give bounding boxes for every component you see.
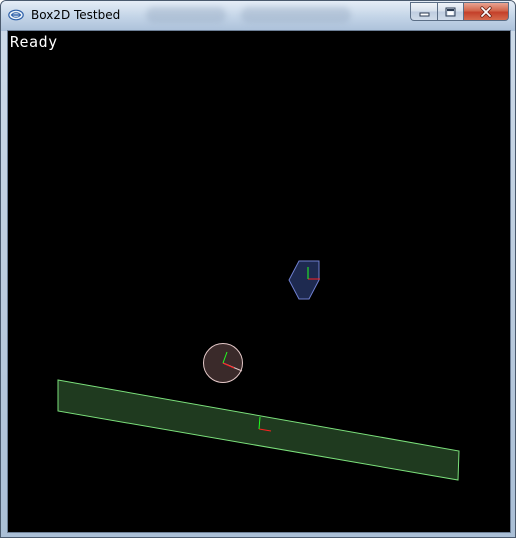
- testbed-canvas[interactable]: Ready: [8, 31, 510, 532]
- close-button[interactable]: [463, 2, 509, 21]
- window-app-icon[interactable]: [8, 9, 24, 21]
- minimize-button[interactable]: [410, 2, 437, 21]
- ground-plank: [57, 379, 460, 481]
- circle-body: [203, 343, 243, 383]
- ground-plank-shape: [57, 379, 460, 481]
- maximize-icon: [445, 7, 456, 16]
- minimize-icon: [419, 12, 429, 16]
- hexagon-shape: [288, 260, 320, 300]
- title-bar-glass: [146, 7, 226, 23]
- app-window: Box2D Testbed Ready: [0, 0, 516, 538]
- window-title: Box2D Testbed: [31, 8, 121, 22]
- close-icon: [480, 5, 492, 18]
- maximize-button[interactable]: [437, 2, 463, 21]
- physics-scene: [57, 260, 460, 481]
- hexagon-body: [288, 260, 320, 300]
- title-bar[interactable]: Box2D Testbed: [1, 1, 515, 31]
- title-bar-glass: [241, 7, 351, 23]
- caption-buttons: [410, 2, 509, 21]
